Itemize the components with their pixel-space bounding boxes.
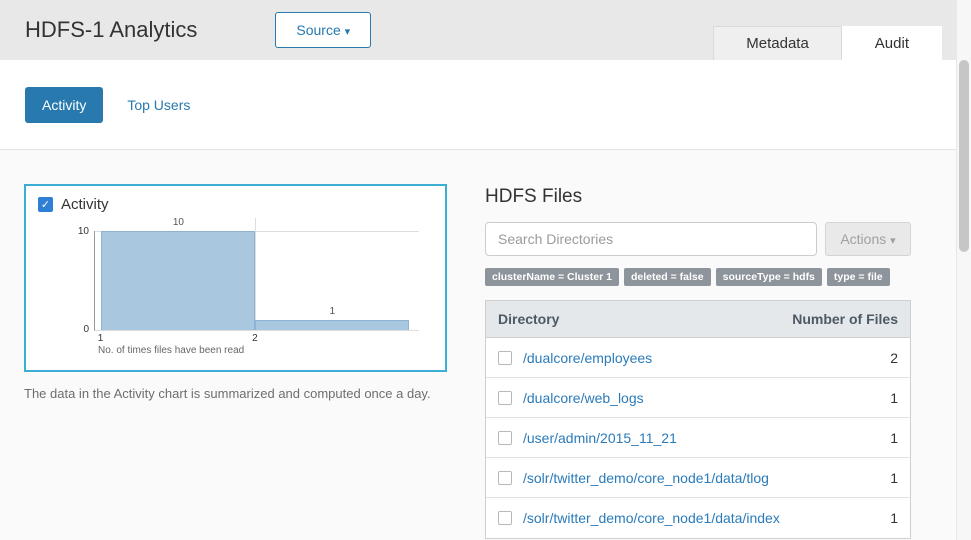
- vertical-scrollbar[interactable]: [956, 0, 971, 540]
- tab-audit[interactable]: Audit: [842, 26, 942, 60]
- filter-badges: clusterName = Cluster 1 deleted = false …: [485, 268, 911, 286]
- y-axis-tick-label: 0: [65, 324, 89, 335]
- hdfs-files-section: HDFS Files Actions ▾ clusterName = Clust…: [485, 184, 911, 539]
- filter-badge[interactable]: type = file: [827, 268, 890, 286]
- activity-chart-panel: Activity 10 1 10 0: [24, 184, 447, 372]
- gridline-vertical: [255, 218, 256, 330]
- activity-checkbox-label: Activity: [61, 196, 109, 213]
- main: Activity 10 1 10 0: [0, 150, 956, 539]
- y-axis-tick-label: 10: [65, 226, 89, 237]
- column-header-directory: Directory: [498, 311, 559, 327]
- source-dropdown-label: Source: [296, 22, 340, 38]
- filter-badge[interactable]: sourceType = hdfs: [716, 268, 822, 286]
- table-row: /solr/twitter_demo/core_node1/data/index…: [486, 498, 910, 538]
- subnav-item-activity[interactable]: Activity: [25, 87, 103, 123]
- header-tabs: Metadata Audit: [713, 26, 942, 60]
- x-axis-tick-label: 1: [98, 333, 104, 344]
- subnav-item-top-users[interactable]: Top Users: [127, 97, 190, 113]
- page: HDFS-1 Analytics Source ▾ Metadata Audit…: [0, 0, 971, 540]
- row-checkbox[interactable]: [498, 391, 512, 405]
- actions-dropdown-label: Actions: [840, 231, 886, 247]
- table-row: /dualcore/web_logs 1: [486, 378, 910, 418]
- search-row: Actions ▾: [485, 222, 911, 256]
- subnav: Activity Top Users: [0, 60, 956, 150]
- row-checkbox[interactable]: [498, 431, 512, 445]
- table-row: /dualcore/employees 2: [486, 338, 910, 378]
- content: HDFS-1 Analytics Source ▾ Metadata Audit…: [0, 0, 956, 540]
- x-axis-title: No. of times files have been read: [98, 345, 433, 356]
- table-row: /user/admin/2015_11_21 1: [486, 418, 910, 458]
- activity-section: Activity 10 1 10 0: [24, 184, 447, 539]
- scrollbar-thumb[interactable]: [959, 60, 969, 252]
- row-checkbox[interactable]: [498, 471, 512, 485]
- hdfs-files-table: Directory Number of Files /dualcore/empl…: [485, 300, 911, 539]
- filter-badge[interactable]: clusterName = Cluster 1: [485, 268, 619, 286]
- bar-value-label: 1: [330, 306, 336, 317]
- directory-link[interactable]: /dualcore/web_logs: [523, 390, 890, 406]
- activity-chart-plot: 10 1 10 0: [94, 231, 419, 331]
- row-checkbox[interactable]: [498, 511, 512, 525]
- actions-dropdown-button[interactable]: Actions ▾: [825, 222, 911, 256]
- hdfs-files-title: HDFS Files: [485, 186, 911, 208]
- table-row: /solr/twitter_demo/core_node1/data/tlog …: [486, 458, 910, 498]
- chart-bar: 1: [255, 320, 409, 330]
- file-count: 1: [890, 470, 898, 486]
- activity-footnote: The data in the Activity chart is summar…: [24, 386, 447, 401]
- directory-link[interactable]: /solr/twitter_demo/core_node1/data/tlog: [523, 470, 890, 486]
- caret-down-icon: ▾: [890, 235, 896, 247]
- header: HDFS-1 Analytics Source ▾ Metadata Audit: [0, 0, 956, 60]
- caret-down-icon: ▾: [345, 26, 351, 38]
- row-checkbox[interactable]: [498, 351, 512, 365]
- directory-link[interactable]: /user/admin/2015_11_21: [523, 430, 890, 446]
- file-count: 2: [890, 350, 898, 366]
- file-count: 1: [890, 430, 898, 446]
- x-axis-ticks: 1 2: [94, 331, 419, 344]
- activity-checkbox-row: Activity: [38, 196, 433, 213]
- x-axis-tick-label: 2: [252, 333, 258, 344]
- search-directories-input[interactable]: [485, 222, 817, 256]
- column-header-num-files: Number of Files: [792, 311, 898, 327]
- source-dropdown-button[interactable]: Source ▾: [275, 12, 371, 48]
- bar-value-label: 10: [173, 217, 184, 228]
- file-count: 1: [890, 390, 898, 406]
- filter-badge[interactable]: deleted = false: [624, 268, 711, 286]
- activity-checkbox[interactable]: [38, 197, 53, 212]
- directory-link[interactable]: /dualcore/employees: [523, 350, 890, 366]
- page-title: HDFS-1 Analytics: [25, 17, 197, 43]
- tab-metadata[interactable]: Metadata: [713, 26, 842, 60]
- file-count: 1: [890, 510, 898, 526]
- chart-bar: 10: [101, 231, 255, 330]
- table-header-row: Directory Number of Files: [486, 301, 910, 338]
- directory-link[interactable]: /solr/twitter_demo/core_node1/data/index: [523, 510, 890, 526]
